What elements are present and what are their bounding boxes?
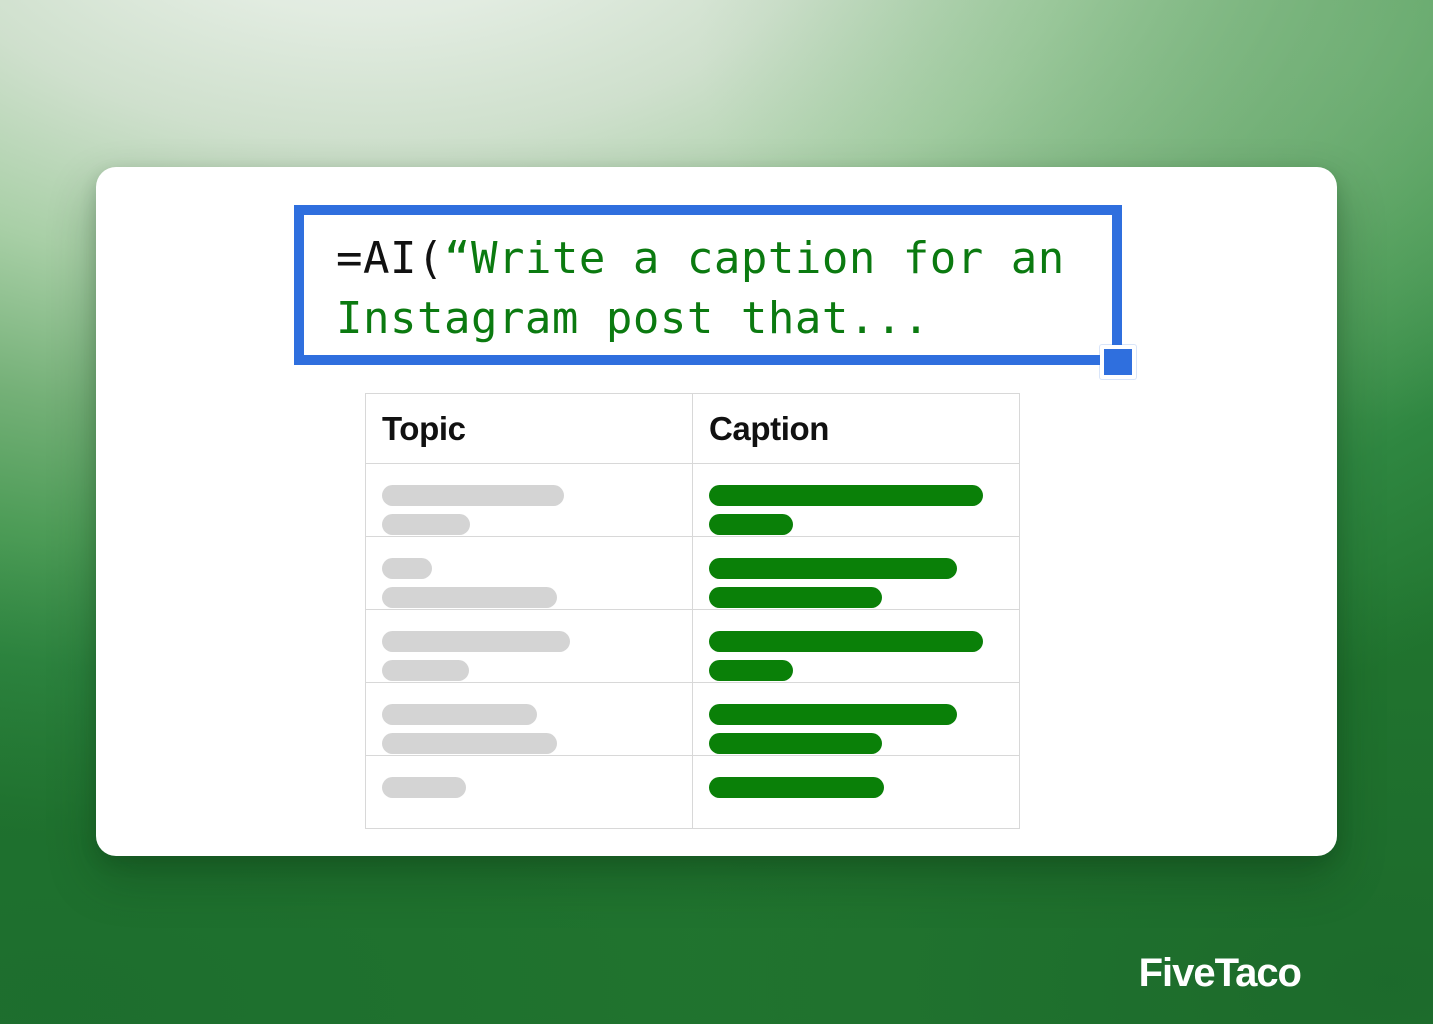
cell-topic[interactable] [365, 755, 693, 829]
column-header-topic-label: Topic [382, 409, 466, 447]
placeholder-bar [709, 704, 957, 725]
placeholder-bar [709, 733, 882, 754]
cell-caption[interactable] [692, 536, 1020, 610]
placeholder-bar [382, 704, 537, 725]
formula-string-argument: “Write a caption for an Instagram post t… [336, 233, 1092, 344]
placeholder-bar-group [693, 610, 1019, 681]
placeholder-bar-group [366, 756, 692, 798]
cell-topic[interactable] [365, 536, 693, 610]
column-header-topic[interactable]: Topic [365, 393, 693, 464]
placeholder-bar [709, 587, 882, 608]
placeholder-bar [382, 777, 466, 798]
formula-function-name: =AI( [336, 233, 444, 284]
results-table: Topic Caption [365, 393, 1020, 829]
table-row [365, 682, 1020, 756]
table-header: Topic Caption [365, 393, 1020, 464]
placeholder-bar [709, 558, 957, 579]
placeholder-bar [709, 660, 793, 681]
table-row [365, 463, 1020, 537]
placeholder-bar-group [693, 756, 1019, 798]
fill-handle[interactable] [1100, 345, 1136, 379]
table-body [365, 463, 1020, 829]
placeholder-bar [709, 514, 793, 535]
cell-caption[interactable] [692, 609, 1020, 683]
brand-logo: FiveTaco [1138, 951, 1302, 995]
placeholder-bar [382, 631, 570, 652]
cell-topic[interactable] [365, 682, 693, 756]
placeholder-bar [382, 587, 557, 608]
placeholder-bar-group [693, 464, 1019, 535]
cell-caption[interactable] [692, 755, 1020, 829]
table-row [365, 536, 1020, 610]
placeholder-bar [382, 733, 557, 754]
spreadsheet-card: =AI(“Write a caption for an Instagram po… [96, 167, 1337, 856]
placeholder-bar [382, 558, 432, 579]
placeholder-bar [382, 485, 564, 506]
selected-cell-formula-box[interactable]: =AI(“Write a caption for an Instagram po… [294, 205, 1122, 365]
placeholder-bar-group [366, 683, 692, 754]
column-header-caption-label: Caption [709, 409, 830, 447]
placeholder-bar-group [693, 683, 1019, 754]
table-row [365, 755, 1020, 829]
formula-text: =AI(“Write a caption for an Instagram po… [336, 229, 1100, 349]
placeholder-bar [382, 660, 469, 681]
placeholder-bar-group [366, 464, 692, 535]
placeholder-bar [382, 514, 470, 535]
placeholder-bar-group [693, 537, 1019, 608]
placeholder-bar-group [366, 537, 692, 608]
cell-caption[interactable] [692, 682, 1020, 756]
cell-caption[interactable] [692, 463, 1020, 537]
column-header-caption[interactable]: Caption [692, 393, 1020, 464]
placeholder-bar [709, 631, 983, 652]
cell-topic[interactable] [365, 609, 693, 683]
cell-topic[interactable] [365, 463, 693, 537]
placeholder-bar-group [366, 610, 692, 681]
table-header-row: Topic Caption [365, 393, 1020, 464]
placeholder-bar [709, 777, 884, 798]
table-row [365, 609, 1020, 683]
placeholder-bar [709, 485, 983, 506]
